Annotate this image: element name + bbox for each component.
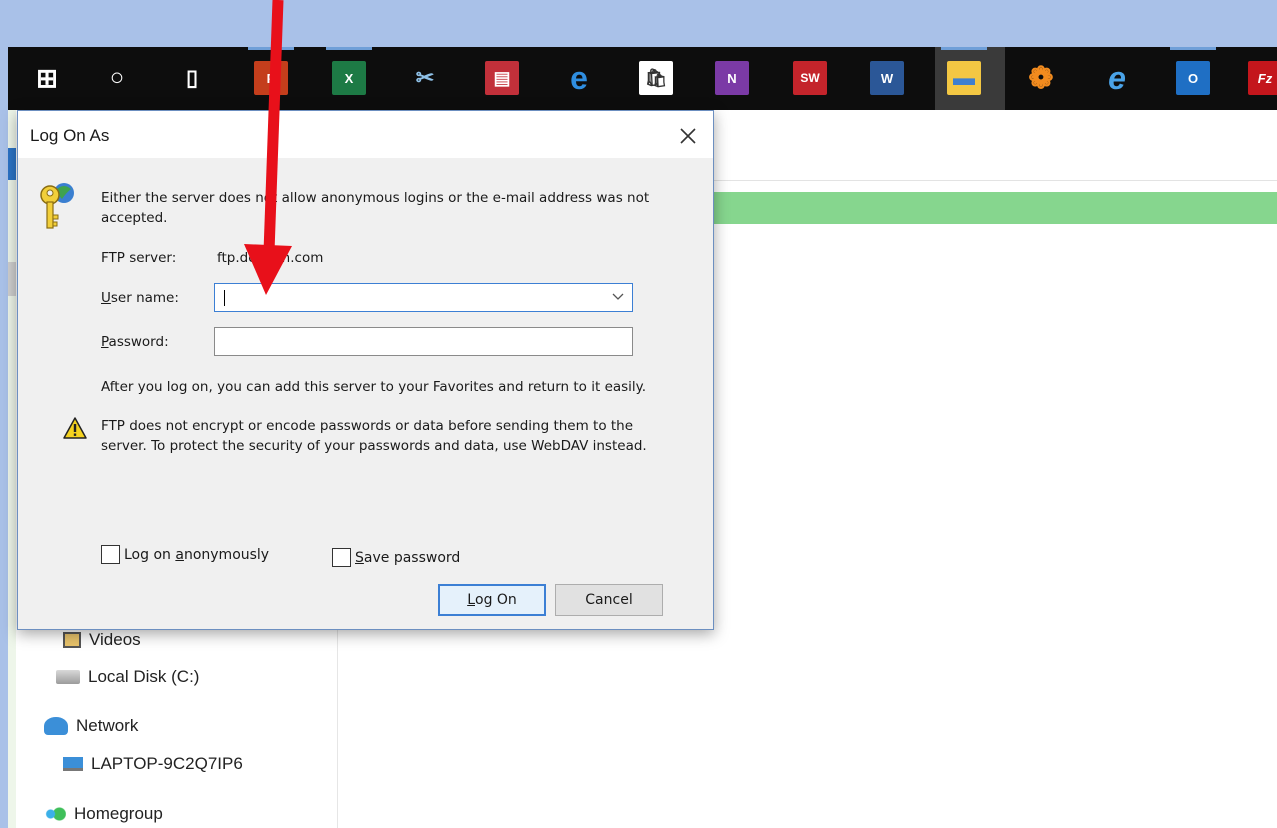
keys-globe-icon xyxy=(40,183,74,229)
nav-item-laptop[interactable]: LAPTOP-9C2Q7IP6 xyxy=(63,754,243,774)
chevron-down-icon[interactable] xyxy=(610,288,626,306)
favorites-hint: After you log on, you can add this serve… xyxy=(101,379,647,395)
nav-scroll-marker xyxy=(8,262,16,296)
login-message-line-1: Either the server does not allow anonymo… xyxy=(101,190,650,206)
nav-item-label: Network xyxy=(76,716,139,735)
nav-item-label: Videos xyxy=(89,630,141,649)
task-view-icon[interactable]: ▯ xyxy=(175,61,209,95)
password-field[interactable] xyxy=(214,327,633,356)
password-input[interactable] xyxy=(215,328,632,355)
log-on-anonymously-checkbox[interactable]: Log on a nonymously xyxy=(101,545,269,564)
username-input[interactable] xyxy=(215,284,632,311)
nav-item-homegroup[interactable]: Homegroup xyxy=(44,804,163,824)
file-explorer-icon[interactable]: ▬ xyxy=(941,47,987,95)
cancel-button[interactable]: Cancel xyxy=(555,584,663,616)
log-on-button[interactable]: Log On xyxy=(438,584,546,616)
flower-app-icon[interactable]: ❁ xyxy=(1024,61,1058,95)
filezilla-icon[interactable]: Fz xyxy=(1248,61,1277,95)
homegroup-icon xyxy=(44,806,66,822)
solidworks-icon[interactable]: SW xyxy=(793,61,827,95)
log-on-as-dialog: Log On As Either the server does not all… xyxy=(17,110,714,630)
local-disk-icon xyxy=(56,670,80,684)
outlook-icon[interactable]: O xyxy=(1170,47,1216,95)
store-icon[interactable]: 🛍 xyxy=(639,61,673,95)
selected-nav-marker xyxy=(8,148,16,180)
password-label: Password: xyxy=(101,334,169,350)
checkbox-box[interactable] xyxy=(332,548,351,567)
computer-icon xyxy=(63,757,83,771)
word-icon[interactable]: W xyxy=(870,61,904,95)
nav-item-network[interactable]: Network xyxy=(44,716,138,736)
network-icon xyxy=(44,717,68,735)
login-message-line-2: accepted. xyxy=(101,210,168,226)
edge-icon[interactable]: e xyxy=(562,60,596,96)
warning-icon xyxy=(63,417,87,439)
nav-item-label: LAPTOP-9C2Q7IP6 xyxy=(91,754,243,773)
taskbar: ⊞ ○ ▯ P X ✂ ▤ e 🛍 N SW W ▬ ❁ e O Fz xyxy=(8,47,1277,110)
left-edge-strip xyxy=(8,110,16,828)
nav-item-label: Local Disk (C:) xyxy=(88,667,200,686)
text-caret xyxy=(224,290,225,306)
powerpoint-icon[interactable]: P xyxy=(248,47,294,95)
internet-explorer-icon[interactable]: e xyxy=(1100,60,1134,96)
address-progress-bar xyxy=(708,192,1277,224)
publisher-icon[interactable]: ▤ xyxy=(485,61,519,95)
checkbox-box[interactable] xyxy=(101,545,120,564)
cortana-icon[interactable]: ○ xyxy=(100,61,134,95)
close-button[interactable] xyxy=(671,119,705,153)
username-combobox[interactable] xyxy=(214,283,633,312)
excel-icon[interactable]: X xyxy=(326,47,372,95)
close-icon xyxy=(680,128,696,144)
nav-item-local-disk[interactable]: Local Disk (C:) xyxy=(56,667,199,687)
windows-start-icon[interactable]: ⊞ xyxy=(30,61,64,95)
ftp-server-label: FTP server: xyxy=(101,250,177,266)
nav-item-label: Homegroup xyxy=(74,804,163,823)
security-warning-line-2: server. To protect the security of your … xyxy=(101,438,647,454)
dialog-title: Log On As xyxy=(30,126,110,145)
username-label: User name: xyxy=(101,290,179,306)
ftp-server-value: ftp.domain.com xyxy=(217,250,324,266)
content-divider xyxy=(708,180,1277,181)
save-password-checkbox[interactable]: Save password xyxy=(332,548,460,567)
onenote-icon[interactable]: N xyxy=(715,61,749,95)
dialog-titlebar: Log On As xyxy=(18,111,713,158)
snipping-tool-icon[interactable]: ✂ xyxy=(408,61,442,95)
videos-folder-icon xyxy=(63,632,81,648)
nav-item-videos[interactable]: Videos xyxy=(63,630,141,650)
security-warning-line-1: FTP does not encrypt or encode passwords… xyxy=(101,418,634,434)
